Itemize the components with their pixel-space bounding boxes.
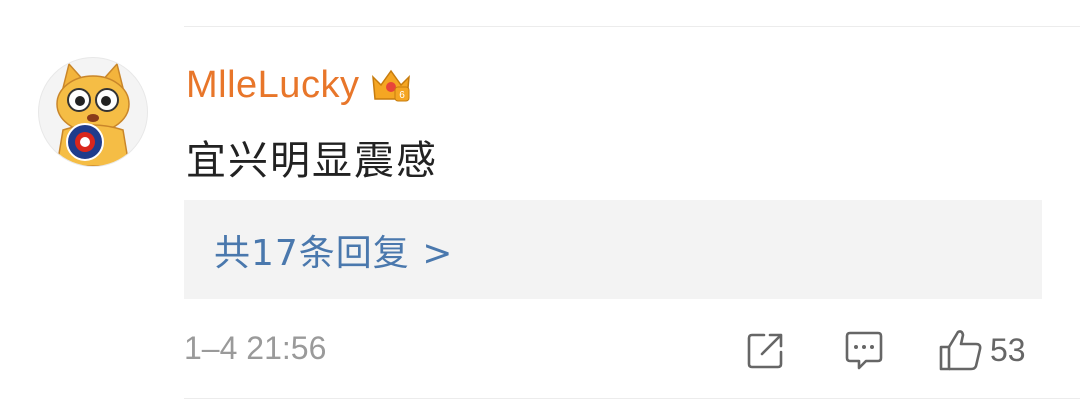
vip-crown-badge-icon[interactable]: 6 <box>369 65 413 105</box>
thumbs-up-icon <box>939 330 982 371</box>
comment-timestamp: 1–4 21:56 <box>184 330 327 366</box>
svg-text:6: 6 <box>400 90 406 101</box>
replies-box[interactable]: 共17条回复 > <box>184 200 1042 299</box>
like-button[interactable]: 53 <box>936 326 1026 374</box>
cartoon-cat-avatar-icon <box>56 62 130 166</box>
share-button[interactable] <box>744 326 788 374</box>
bottom-divider <box>184 398 1080 399</box>
comment-icon <box>845 331 883 370</box>
avatar[interactable] <box>38 57 148 167</box>
comment-text: 宜兴明显震感 <box>186 138 438 184</box>
share-icon <box>747 333 783 369</box>
comment-button[interactable] <box>842 326 886 374</box>
like-count: 53 <box>990 331 1026 368</box>
username-row: MlleLucky 6 <box>186 62 413 108</box>
view-replies-link[interactable]: 共17条回复 > <box>214 224 453 276</box>
top-divider <box>184 26 1080 27</box>
username[interactable]: MlleLucky <box>186 64 359 107</box>
